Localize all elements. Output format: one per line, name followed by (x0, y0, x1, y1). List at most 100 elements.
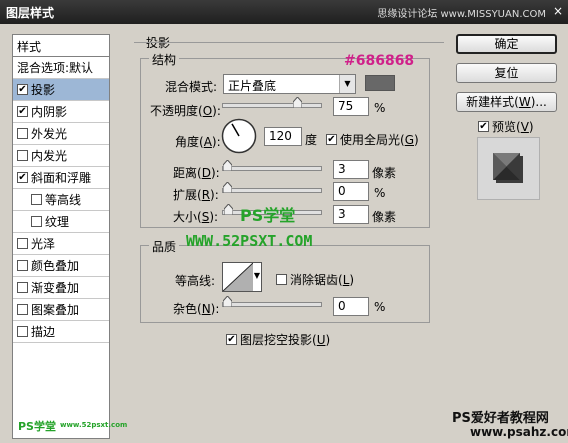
knockout-toggle[interactable]: 图层挖空投影(U) (226, 331, 330, 348)
opacity-slider-track[interactable] (222, 103, 322, 108)
contour-label: 等高线: (175, 274, 216, 288)
noise-percent: % (374, 300, 386, 314)
distance-slider-track[interactable] (222, 166, 322, 171)
style-checkbox[interactable] (17, 106, 28, 117)
angle-unit: 度 (305, 133, 318, 147)
style-list-item-label: 混合选项:默认 (17, 61, 94, 75)
spread-slider-track[interactable] (222, 188, 322, 193)
style-list-item-label: 投影 (31, 83, 56, 97)
pyramid-preview-icon (493, 153, 523, 183)
style-checkbox[interactable] (17, 172, 28, 183)
styles-list: 样式 混合选项:默认投影内阴影外发光内发光斜面和浮雕等高线纹理光泽颜色叠加渐变叠… (12, 34, 110, 439)
blend-mode-label: 混合模式: (165, 80, 218, 94)
style-list-item-label: 光泽 (31, 237, 56, 251)
structure-legend: 结构 (149, 51, 180, 68)
title-watermark: 思缘设计论坛 www.MISSYUAN.COM (377, 9, 546, 20)
style-list-item[interactable]: 混合选项:默认 (13, 57, 109, 79)
angle-label: 角度(A): (175, 135, 221, 149)
noise-slider-track[interactable] (222, 302, 322, 307)
style-list-item-label: 描边 (31, 325, 56, 339)
antialias-checkbox[interactable] (276, 274, 287, 285)
noise-input[interactable]: 0 (333, 297, 369, 316)
preview-toggle[interactable]: 预览(V) (478, 118, 534, 135)
spread-slider-thumb[interactable] (223, 182, 232, 193)
style-list-item-label: 纹理 (45, 215, 70, 229)
style-list-item[interactable]: 渐变叠加 (13, 277, 109, 299)
corner-url: www.52psxt.com (60, 421, 128, 429)
angle-input[interactable]: 120 (264, 127, 302, 146)
style-list-item[interactable]: 外发光 (13, 123, 109, 145)
opacity-label: 不透明度(O): (150, 104, 221, 118)
style-list-item[interactable]: 等高线 (13, 189, 109, 211)
knockout-checkbox[interactable] (226, 334, 237, 345)
opacity-input[interactable]: 75 (333, 97, 369, 116)
size-slider-thumb[interactable] (224, 204, 233, 215)
noise-slider-thumb[interactable] (223, 296, 232, 307)
style-list-item-label: 颜色叠加 (31, 259, 80, 273)
style-checkbox[interactable] (31, 194, 42, 205)
style-list-item-label: 斜面和浮雕 (31, 171, 92, 185)
style-list-item[interactable]: 颜色叠加 (13, 255, 109, 277)
style-checkbox[interactable] (17, 128, 28, 139)
size-unit: 像素 (372, 210, 397, 224)
style-checkbox[interactable] (17, 84, 28, 95)
global-light-toggle[interactable]: 使用全局光(G) (326, 131, 419, 148)
chevron-down-icon: ▼ (339, 75, 355, 93)
blend-mode-select[interactable]: 正片叠底 ▼ (223, 74, 356, 94)
title-bar: 图层样式 思缘设计论坛 www.MISSYUAN.COM × (0, 0, 568, 24)
style-list-item[interactable]: 斜面和浮雕 (13, 167, 109, 189)
site-watermark: WWW.52PSXT.COM (186, 232, 313, 250)
ok-button[interactable]: 确定 (456, 34, 557, 54)
style-preview-thumbnail (477, 137, 540, 200)
style-list-item[interactable]: 内阴影 (13, 101, 109, 123)
style-checkbox[interactable] (17, 260, 28, 271)
style-list-item[interactable]: 内发光 (13, 145, 109, 167)
contour-picker[interactable]: ▼ (222, 262, 262, 292)
style-checkbox[interactable] (17, 326, 28, 337)
angle-dial-icon (221, 118, 257, 154)
window-title: 图层样式 (6, 6, 55, 20)
size-label: 大小(S): (173, 210, 219, 224)
close-icon[interactable]: × (551, 4, 565, 18)
style-list-item-label: 内发光 (31, 149, 68, 163)
style-list-item-label: 渐变叠加 (31, 281, 80, 295)
style-list-item[interactable]: 描边 (13, 321, 109, 343)
style-list-item-label: 外发光 (31, 127, 68, 141)
new-style-button[interactable]: 新建样式(W)... (456, 92, 557, 112)
style-list-item[interactable]: 纹理 (13, 211, 109, 233)
antialias-toggle[interactable]: 消除锯齿(L) (276, 271, 354, 288)
chevron-down-icon: ▼ (253, 271, 260, 280)
quality-legend: 品质 (149, 238, 180, 255)
global-light-checkbox[interactable] (326, 134, 337, 145)
blend-mode-value: 正片叠底 (228, 79, 277, 93)
color-annotation: #686868 (344, 53, 415, 69)
preview-checkbox[interactable] (478, 121, 489, 132)
style-list-item-label: 等高线 (45, 193, 82, 207)
ps-school-watermark: PS学堂 (240, 206, 296, 225)
distance-slider-thumb[interactable] (223, 160, 232, 171)
contour-curve-icon (222, 262, 254, 292)
style-checkbox[interactable] (17, 304, 28, 315)
reset-button[interactable]: 复位 (456, 63, 557, 83)
angle-dial[interactable] (221, 118, 257, 154)
noise-label: 杂色(N): (173, 302, 220, 316)
shadow-color-swatch[interactable] (365, 75, 395, 91)
style-checkbox[interactable] (31, 216, 42, 227)
opacity-slider-thumb[interactable] (293, 97, 302, 108)
style-list-item[interactable]: 投影 (13, 79, 109, 101)
size-input[interactable]: 3 (333, 205, 369, 224)
style-checkbox[interactable] (17, 238, 28, 249)
footer-url: www.psahz.com (470, 425, 568, 439)
style-list-item-label: 图案叠加 (31, 303, 80, 317)
spread-percent: % (374, 186, 386, 200)
style-list-item[interactable]: 光泽 (13, 233, 109, 255)
opacity-percent: % (374, 101, 386, 115)
distance-unit: 像素 (372, 166, 397, 180)
distance-input[interactable]: 3 (333, 160, 369, 179)
distance-label: 距离(D): (173, 166, 220, 180)
style-checkbox[interactable] (17, 150, 28, 161)
style-list-item[interactable]: 图案叠加 (13, 299, 109, 321)
spread-input[interactable]: 0 (333, 182, 369, 201)
styles-list-header[interactable]: 样式 (13, 35, 109, 57)
style-checkbox[interactable] (17, 282, 28, 293)
